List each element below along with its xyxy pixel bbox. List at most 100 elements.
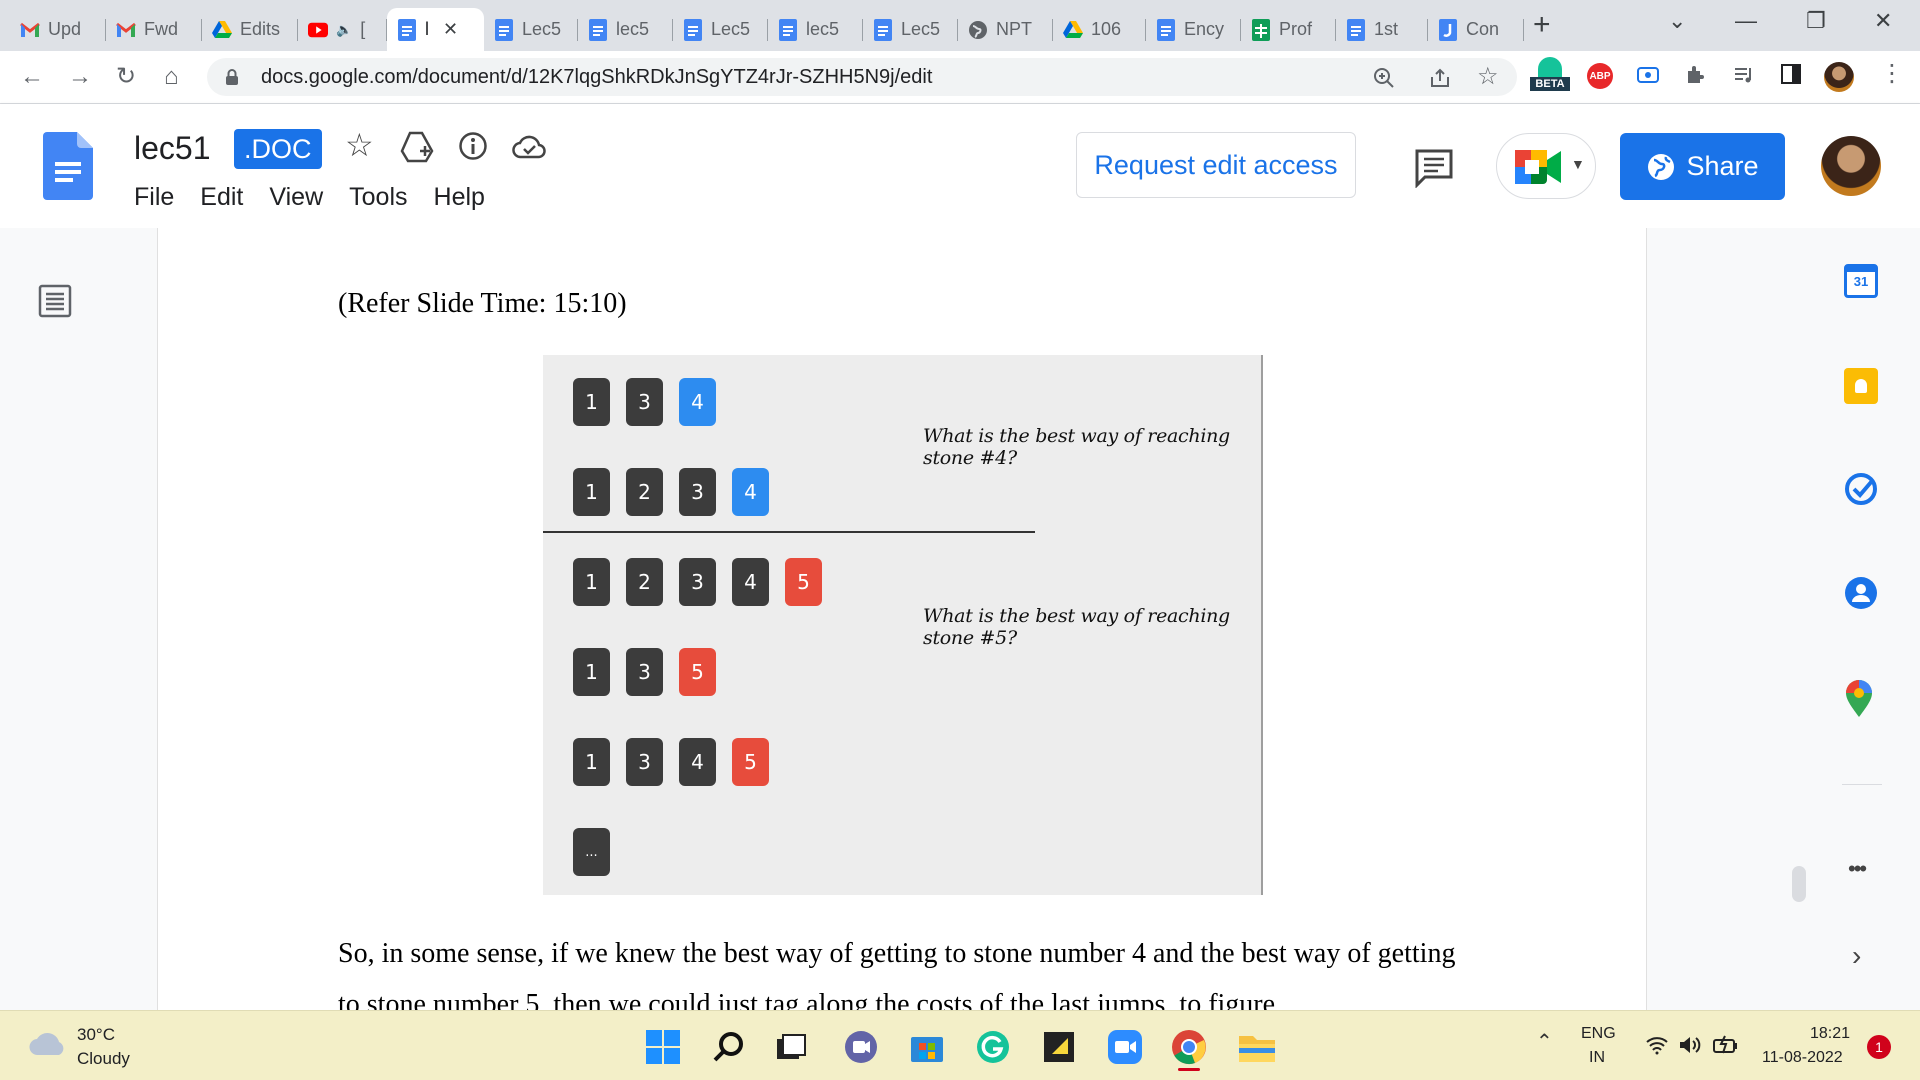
profile-avatar[interactable] xyxy=(1824,62,1854,92)
document-page[interactable]: (Refer Slide Time: 15:10) 13412341234513… xyxy=(157,228,1647,1010)
teams-chat-icon[interactable] xyxy=(842,1028,880,1066)
star-icon[interactable]: ☆ xyxy=(345,126,374,164)
browser-tab[interactable]: Prof xyxy=(1241,8,1336,51)
weather-description[interactable]: Cloudy xyxy=(77,1049,130,1069)
clock-time[interactable]: 18:21 xyxy=(1810,1025,1850,1043)
share-page-icon[interactable] xyxy=(1429,67,1451,89)
close-tab-icon[interactable]: ✕ xyxy=(443,19,458,40)
bookmark-star-icon[interactable]: ☆ xyxy=(1477,62,1499,91)
calendar-icon[interactable]: 31 xyxy=(1844,264,1878,298)
docs-logo-icon[interactable] xyxy=(43,132,93,200)
forward-icon[interactable]: → xyxy=(68,63,92,91)
browser-tab[interactable]: l ✕ xyxy=(387,8,484,51)
adblock-extension-icon[interactable]: ABP xyxy=(1587,63,1613,89)
globe-icon xyxy=(968,20,988,40)
wifi-icon[interactable] xyxy=(1645,1035,1669,1055)
language-region[interactable]: IN xyxy=(1589,1049,1605,1067)
browser-tab[interactable]: 106 xyxy=(1053,8,1146,51)
back-icon[interactable]: ← xyxy=(20,63,44,91)
stone-dark: 2 xyxy=(626,558,663,606)
lock-icon[interactable] xyxy=(225,68,239,86)
chrome-icon[interactable] xyxy=(1170,1028,1208,1071)
url-text[interactable]: docs.google.com/document/d/12K7lqgShkRDk… xyxy=(261,66,932,89)
file-type-badge: .DOC xyxy=(234,129,322,169)
menu-help[interactable]: Help xyxy=(434,183,485,212)
slide-image: 1 3 4 1 2 3 4 1 2 3 4 5 1 3 5 1 3 4 5... What is the best … xyxy=(543,355,1263,895)
microsoft-store-icon[interactable] xyxy=(908,1028,946,1066)
address-bar[interactable]: docs.google.com/document/d/12K7lqgShkRDk… xyxy=(207,58,1517,96)
meet-button[interactable]: ▼ xyxy=(1496,133,1596,199)
browser-tab[interactable]: 🔈[ xyxy=(298,8,387,51)
clock-date[interactable]: 11-08-2022 xyxy=(1762,1049,1843,1067)
menu-edit[interactable]: Edit xyxy=(200,183,243,212)
zoom-icon[interactable] xyxy=(1373,67,1395,89)
notification-badge[interactable]: 1 xyxy=(1867,1035,1891,1059)
side-panel-icon[interactable] xyxy=(1780,63,1802,85)
minimize-icon[interactable]: — xyxy=(1735,8,1757,34)
move-to-drive-icon[interactable] xyxy=(400,131,434,163)
grammarly-beta-extension-icon[interactable]: BETA xyxy=(1530,57,1570,97)
start-menu-icon[interactable] xyxy=(644,1028,682,1066)
stone-dark: 3 xyxy=(626,648,663,696)
keep-icon[interactable] xyxy=(1844,368,1878,404)
browser-tab[interactable]: Ency xyxy=(1146,8,1241,51)
grammarly-icon[interactable] xyxy=(974,1028,1012,1066)
sticky-notes-icon[interactable] xyxy=(1040,1028,1078,1066)
expand-panel-icon[interactable]: › xyxy=(1852,940,1861,972)
details-info-icon[interactable] xyxy=(458,131,488,161)
home-icon[interactable]: ⌂ xyxy=(164,63,179,91)
media-control-icon[interactable] xyxy=(1732,63,1756,87)
restore-icon[interactable]: ❐ xyxy=(1806,8,1826,34)
weather-temperature[interactable]: 30°C xyxy=(77,1025,115,1045)
more-apps-icon[interactable]: ••• xyxy=(1848,856,1867,882)
volume-icon[interactable] xyxy=(1678,1035,1702,1055)
zoom-app-icon[interactable] xyxy=(1106,1028,1144,1066)
browser-tab[interactable]: lec5 xyxy=(768,8,863,51)
battery-charging-icon[interactable] xyxy=(1712,1033,1738,1057)
chrome-menu-icon[interactable]: ⋮ xyxy=(1880,59,1904,88)
browser-tab[interactable]: Lec5 xyxy=(484,8,578,51)
menu-file[interactable]: File xyxy=(134,183,174,212)
browser-tab[interactable]: Lec5 xyxy=(673,8,768,51)
new-tab-button[interactable]: + xyxy=(1533,10,1551,40)
browser-tab[interactable]: Lec5 xyxy=(863,8,958,51)
tab-audio-icon[interactable]: 🔈 xyxy=(336,22,352,38)
browser-tab[interactable]: NPT xyxy=(958,8,1053,51)
share-button[interactable]: Share xyxy=(1620,133,1785,200)
browser-tab[interactable]: Con xyxy=(1428,8,1524,51)
comments-icon[interactable] xyxy=(1414,148,1454,188)
show-hidden-icons-icon[interactable]: ⌃ xyxy=(1536,1029,1553,1054)
request-edit-access-button[interactable]: Request edit access xyxy=(1076,132,1356,198)
browser-tab[interactable]: Upd xyxy=(10,8,106,51)
contacts-icon[interactable] xyxy=(1844,576,1878,610)
account-avatar[interactable] xyxy=(1821,136,1881,196)
reload-icon[interactable]: ↻ xyxy=(116,63,136,91)
browser-tab-label: Prof xyxy=(1279,19,1313,39)
menu-tools[interactable]: Tools xyxy=(349,183,407,212)
browser-tab[interactable]: Fwd xyxy=(106,8,202,51)
search-icon[interactable] xyxy=(710,1028,748,1066)
browser-tab-label: Ency xyxy=(1184,19,1225,39)
language-indicator[interactable]: ENG xyxy=(1581,1025,1616,1043)
task-view-icon[interactable] xyxy=(772,1028,810,1066)
browser-tab[interactable]: lec5 xyxy=(578,8,673,51)
close-window-icon[interactable]: ✕ xyxy=(1874,8,1892,34)
side-apps-panel: 31 ••• › xyxy=(1810,228,1920,1010)
extensions-puzzle-icon[interactable] xyxy=(1684,63,1708,87)
cloudy-weather-icon[interactable] xyxy=(28,1029,68,1057)
cloud-saved-icon[interactable] xyxy=(512,134,546,160)
menu-view[interactable]: View xyxy=(269,183,323,212)
screen-capture-extension-icon[interactable] xyxy=(1636,63,1660,87)
calendar-day: 31 xyxy=(1853,274,1869,289)
meet-dropdown-icon[interactable]: ▼ xyxy=(1571,156,1585,172)
document-title[interactable]: lec51 xyxy=(134,130,211,167)
tasks-icon[interactable] xyxy=(1844,472,1878,506)
stone-dark: 3 xyxy=(626,738,663,786)
document-outline-icon[interactable] xyxy=(38,284,72,318)
browser-tab[interactable]: 1st xyxy=(1336,8,1428,51)
tab-search-icon[interactable]: ⌄ xyxy=(1668,8,1686,34)
file-explorer-icon[interactable] xyxy=(1238,1028,1276,1066)
maps-icon[interactable] xyxy=(1844,680,1874,718)
vertical-scrollbar-thumb[interactable] xyxy=(1792,866,1806,902)
browser-tab[interactable]: Edits xyxy=(202,8,298,51)
